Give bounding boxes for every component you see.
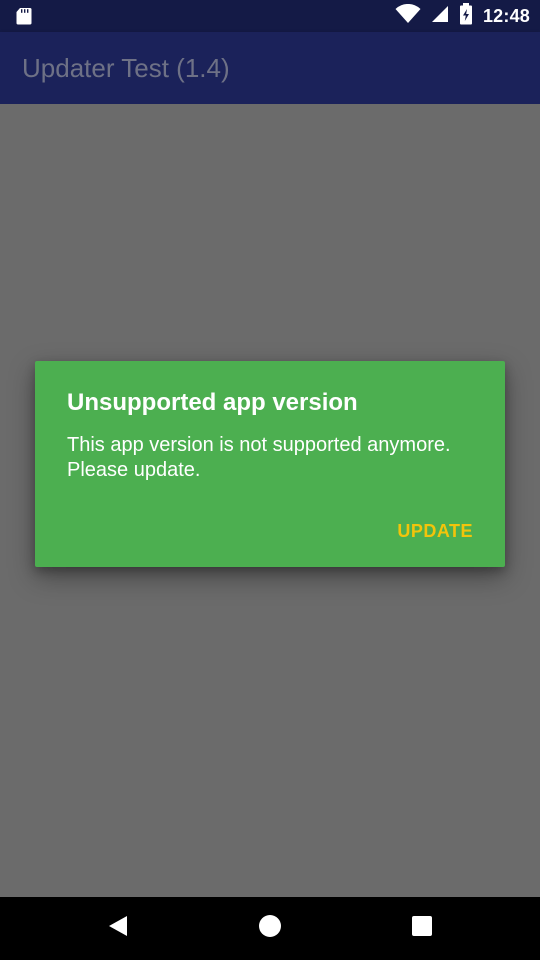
- sd-card-icon: [14, 6, 34, 26]
- home-icon: [258, 914, 282, 943]
- back-icon: [107, 914, 129, 943]
- status-bar: 12:48: [0, 0, 540, 32]
- wifi-icon: [395, 3, 421, 29]
- update-dialog: Unsupported app version This app version…: [35, 361, 505, 567]
- recents-button[interactable]: [377, 897, 467, 960]
- app-toolbar: Updater Test (1.4): [0, 32, 540, 104]
- dialog-title: Unsupported app version: [67, 389, 358, 416]
- status-icons: 12:48: [395, 0, 530, 32]
- recents-icon: [411, 915, 433, 942]
- dialog-message: This app version is not supported anymor…: [67, 434, 451, 481]
- status-time: 12:48: [482, 6, 530, 26]
- signal-icon: [431, 5, 449, 28]
- update-button[interactable]: UPDATE: [389, 511, 481, 551]
- back-button[interactable]: [73, 897, 163, 960]
- navigation-bar: [0, 897, 540, 960]
- home-button[interactable]: [225, 897, 315, 960]
- battery-charging-icon: [459, 2, 473, 30]
- toolbar-title: Updater Test (1.4): [22, 53, 230, 83]
